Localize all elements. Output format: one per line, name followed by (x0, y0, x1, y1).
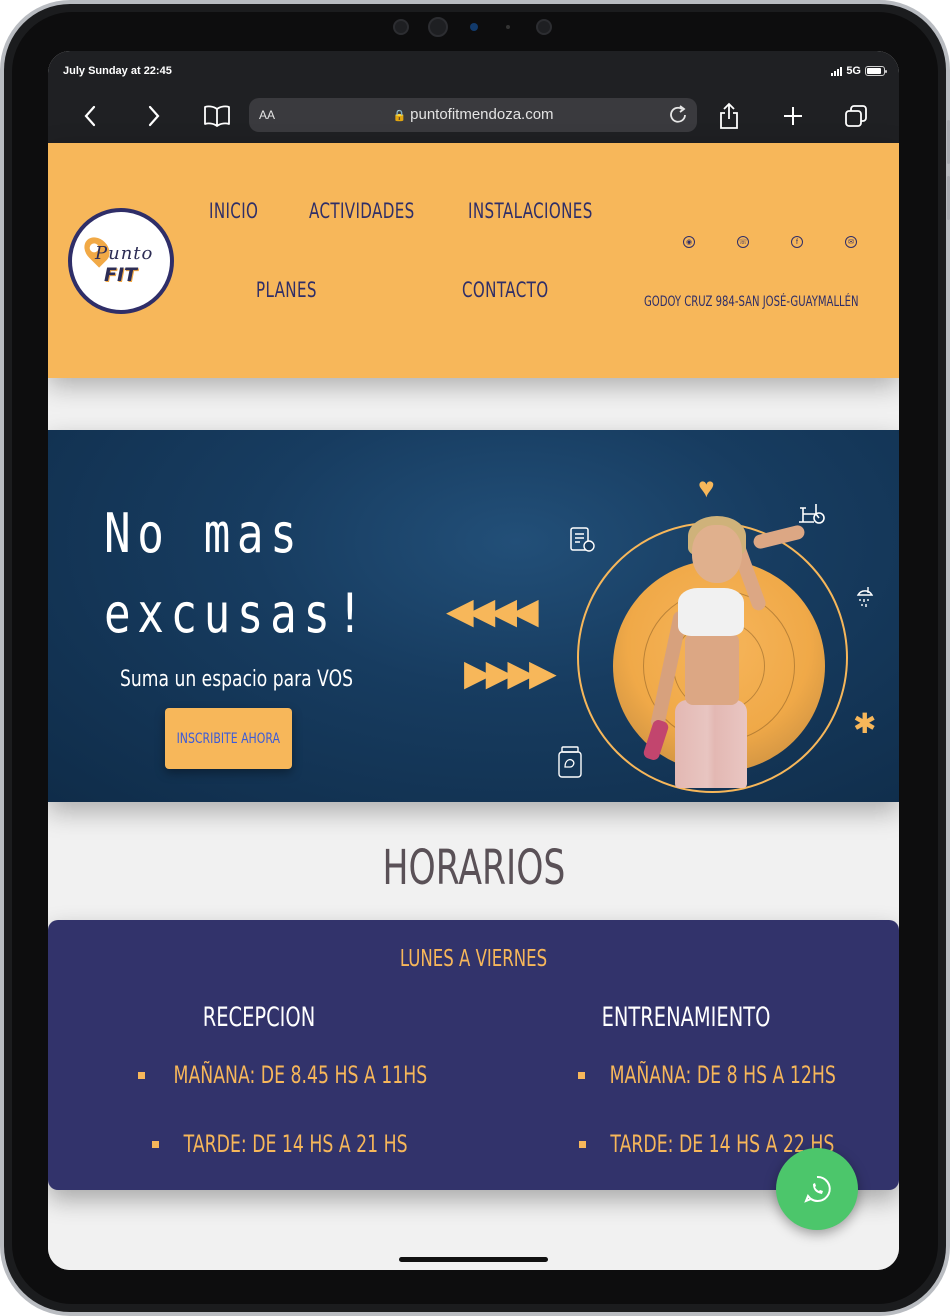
status-time: July Sunday at 22:45 (63, 65, 172, 77)
home-indicator[interactable] (399, 1257, 548, 1262)
bullet-icon (579, 1141, 586, 1148)
model-torso (685, 633, 739, 705)
bullet-icon (152, 1141, 159, 1148)
horarios-title: HORARIOS (48, 840, 899, 896)
arrows-left-icon: ◀◀◀◀ (446, 590, 539, 631)
screen: July Sunday at 22:45 5G AA 🔒 puntofitmend… (48, 51, 899, 1270)
entrenamiento-title: ENTRENAMIENTO (601, 1002, 771, 1033)
model-leggings (675, 700, 747, 788)
clipboard-icon (568, 524, 596, 558)
whatsapp-icon[interactable]: ☏ (737, 236, 749, 248)
logo-text-fit: FIT (104, 264, 138, 286)
nav-planes[interactable]: PLANES (256, 278, 317, 302)
sensor-dot (536, 19, 552, 35)
camera-array (388, 16, 564, 38)
recepcion-manana: MAÑANA: DE 8.45 HS A 11HS (173, 1061, 428, 1089)
punto-fit-logo[interactable]: Punto FIT (68, 208, 174, 314)
logo-text-punto: Punto (95, 243, 154, 264)
site-header: Punto FIT INICIO ACTIVIDADES INSTALACION… (48, 143, 899, 378)
inscribite-button[interactable]: INSCRIBITE AHORA (165, 708, 292, 769)
schedule-panel: LUNES A VIERNES RECEPCION ENTRENAMIENTO … (48, 920, 899, 1190)
instagram-icon[interactable]: ◉ (683, 236, 695, 248)
entrenamiento-tarde: TARDE: DE 14 HS A 22 HS (610, 1130, 835, 1158)
plus-icon[interactable] (778, 101, 808, 131)
nav-actividades[interactable]: ACTIVIDADES (309, 199, 415, 223)
heart-icon: ♥ (698, 472, 715, 503)
nav-instalaciones[interactable]: INSTALACIONES (468, 199, 593, 223)
arrows-right-icon: ▶▶▶▶ (464, 652, 557, 693)
inscribite-button-label: INSCRIBITE AHORA (176, 730, 281, 747)
lock-icon: 🔒 (392, 110, 407, 122)
network-label: 5G (846, 65, 861, 77)
chevron-left-icon[interactable] (75, 101, 105, 131)
browser-toolbar: AA 🔒 puntofitmendoza.com (48, 91, 899, 143)
whatsapp-float-button[interactable] (776, 1148, 858, 1230)
status-indicators: 5G (831, 65, 887, 77)
bike-icon (796, 500, 826, 530)
url-display[interactable]: 🔒 puntofitmendoza.com (249, 106, 697, 123)
camera-lens (428, 17, 448, 37)
schedule-days: LUNES A VIERNES (399, 946, 548, 972)
model-top (678, 588, 744, 636)
gym-address: GODOY CRUZ 984-SAN JOSÉ-GUAYMALLÉN (644, 294, 859, 310)
recepcion-title: RECEPCION (202, 1002, 316, 1033)
url-text: puntofitmendoza.com (410, 106, 554, 123)
email-icon[interactable]: ✉ (845, 236, 857, 248)
facebook-icon[interactable]: f (791, 236, 803, 248)
sensor-dot (393, 19, 409, 35)
model-head (692, 525, 742, 583)
website: Punto FIT INICIO ACTIVIDADES INSTALACION… (48, 143, 899, 1270)
status-bar: July Sunday at 22:45 5G (48, 51, 899, 91)
hero-banner: No mas excusas! Suma un espacio para VOS… (48, 430, 899, 802)
tabs-icon[interactable] (841, 101, 871, 131)
asterisk-icon: ✱ (853, 708, 877, 739)
bullet-icon (578, 1072, 585, 1079)
whatsapp-icon (804, 1175, 831, 1203)
camera-indicator (470, 23, 478, 31)
battery-icon (865, 66, 887, 76)
entrenamiento-manana: MAÑANA: DE 8 HS A 12HS (609, 1061, 836, 1089)
share-icon[interactable] (714, 101, 744, 131)
nav-contacto[interactable]: CONTACTO (462, 278, 548, 302)
reload-icon[interactable] (665, 102, 691, 128)
chevron-right-icon[interactable] (139, 101, 169, 131)
address-bar[interactable]: AA 🔒 puntofitmendoza.com (249, 98, 697, 132)
horarios-title-text: HORARIOS (382, 840, 565, 896)
hero-title-line1: No mas (104, 502, 304, 565)
signal-icon (831, 66, 843, 76)
nav-inicio[interactable]: INICIO (209, 199, 258, 223)
recepcion-tarde: TARDE: DE 14 HS A 21 HS (183, 1130, 408, 1158)
shower-icon (850, 585, 874, 615)
ambient-sensor (506, 25, 510, 29)
book-icon[interactable] (202, 101, 232, 131)
supplement-jar-icon (556, 745, 584, 783)
hero-subtitle: Suma un espacio para VOS (120, 667, 354, 692)
bullet-icon (138, 1072, 145, 1079)
hero-title-line2: excusas! (104, 582, 370, 645)
